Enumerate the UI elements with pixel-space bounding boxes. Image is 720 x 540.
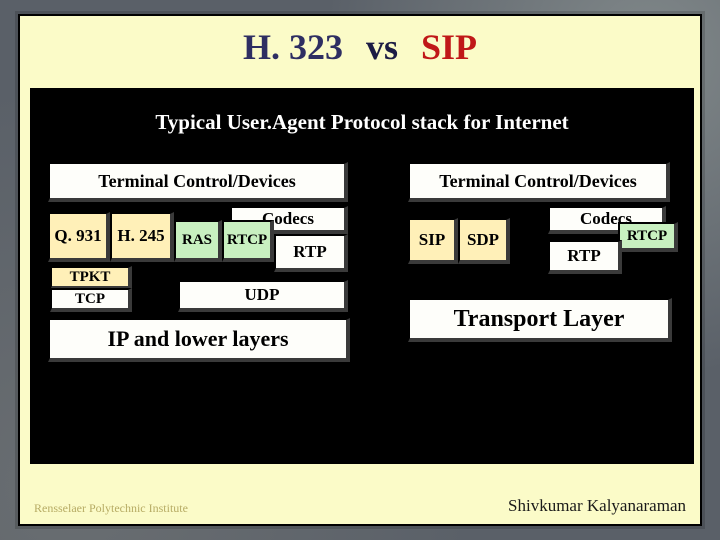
sip-rtp-box: RTP (548, 240, 622, 274)
h323-udp-box: UDP (178, 280, 348, 312)
slide-title: H. 323 vs SIP (20, 26, 700, 68)
diagram-subtitle: Typical User.Agent Protocol stack for In… (30, 110, 694, 135)
footer-author: Shivkumar Kalyanaraman (508, 496, 686, 516)
footer-institute: Rensselaer Polytechnic Institute (34, 501, 188, 516)
title-h323: H. 323 (243, 27, 343, 67)
h323-ras-box: RAS (174, 220, 222, 262)
h323-q931-box: Q. 931 (48, 212, 110, 262)
sip-transport-box: Transport Layer (408, 298, 672, 342)
title-vs: vs (352, 27, 412, 67)
h323-h245-box: H. 245 (110, 212, 174, 262)
diagram-area: Typical User.Agent Protocol stack for In… (30, 88, 694, 464)
slide: H. 323 vs SIP Typical User.Agent Protoco… (18, 14, 702, 526)
h323-tpkt-box: TPKT (50, 266, 132, 290)
sip-sip-box: SIP (408, 218, 458, 264)
h323-rtp-box: RTP (274, 234, 348, 272)
h323-tcp-box: TCP (50, 288, 132, 312)
title-sip: SIP (421, 27, 477, 67)
h323-rtcp-box: RTCP (222, 220, 274, 262)
h323-terminal-box: Terminal Control/Devices (48, 162, 348, 202)
h323-ip-box: IP and lower layers (48, 318, 350, 362)
sip-terminal-box: Terminal Control/Devices (408, 162, 670, 202)
sip-sdp-box: SDP (458, 218, 510, 264)
sip-rtcp-box: RTCP (618, 222, 678, 252)
